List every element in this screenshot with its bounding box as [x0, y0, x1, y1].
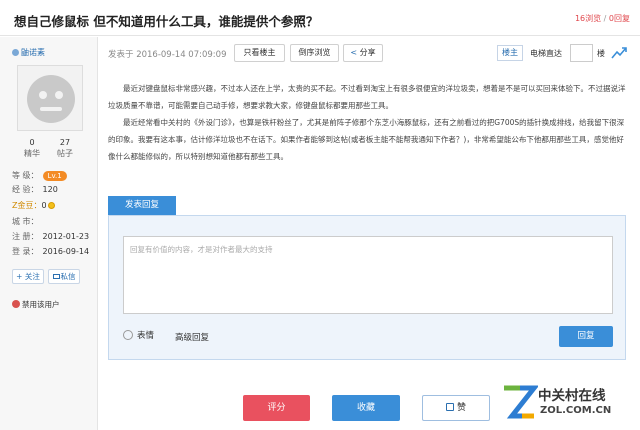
- post-meta-bar: 发表于 2016-09-14 07:09:09 只看楼主 倒序浏览 < 分享 楼…: [106, 44, 632, 66]
- default-avatar-icon: [18, 66, 82, 130]
- mail-icon: [52, 274, 60, 279]
- level-row: 等 级： Lv.1: [12, 170, 67, 181]
- floor-number-input[interactable]: [570, 44, 593, 62]
- ban-user-label: 禁用该用户: [22, 300, 60, 309]
- ban-icon: [12, 300, 20, 308]
- brand-name-cn: 中关村在线: [538, 388, 606, 404]
- brand-name-en: ZOL.COM.CN: [540, 405, 612, 416]
- zol-logo-icon: [504, 385, 538, 419]
- register-row: 注 册： 2012-01-23: [12, 231, 89, 242]
- thumbs-up-icon: [445, 403, 454, 411]
- reply-submit-button[interactable]: 回复: [559, 326, 613, 347]
- zol-watermark: 中关村在线 ZOL.COM.CN: [498, 378, 633, 426]
- register-label: 注 册：: [12, 232, 39, 241]
- share-icon: <: [350, 48, 358, 57]
- login-date: 2016-09-14: [42, 247, 90, 256]
- score-value: 120: [42, 185, 58, 194]
- post-body: 最近对键盘鼠标非常感兴趣，不过本人还在上学，太贵的买不起。不过看到淘宝上有很多很…: [108, 80, 628, 165]
- emoji-button[interactable]: 表情: [123, 329, 154, 341]
- gold-row: Z金豆：0: [12, 200, 55, 211]
- emoji-label: 表情: [137, 331, 155, 341]
- level-label: 等 级：: [12, 171, 39, 180]
- author-name: 鼬诺素: [21, 48, 45, 57]
- replies-count: 0回复: [608, 14, 630, 23]
- city-row: 城 市：: [12, 216, 43, 227]
- city-label: 城 市：: [12, 217, 39, 226]
- emoji-icon: [123, 330, 133, 340]
- op-badge: 楼主: [497, 45, 523, 61]
- share-button-label: 分享: [359, 48, 376, 57]
- ban-user-link[interactable]: 禁用该用户: [12, 299, 60, 310]
- go-arrow-icon[interactable]: [611, 46, 627, 60]
- register-date: 2012-01-23: [42, 232, 90, 241]
- user-icon: [12, 49, 19, 56]
- share-button[interactable]: < 分享: [343, 44, 383, 62]
- avatar[interactable]: [17, 65, 83, 131]
- login-row: 登 录： 2016-09-14: [12, 246, 89, 257]
- views-count: 16浏览: [574, 14, 602, 23]
- author-sidebar: 鼬诺素 0 精华 27 帖子 等 级： Lv.1 经 验： 120 Z金豆：0 城 …: [0, 37, 98, 430]
- reply-tab[interactable]: 发表回复: [108, 196, 176, 215]
- reply-textarea[interactable]: 回复有价值的内容，才是对作者最大的支持: [123, 236, 613, 314]
- floor-label: 楼: [597, 49, 605, 58]
- gold-label: Z金豆：: [12, 201, 42, 210]
- post-paragraph: 最近经常看中关村的《外设门诊》，也算是铁杆粉丝了，尤其是前阵子修那个东芝小海豚鼠…: [108, 118, 625, 161]
- level-badge: Lv.1: [42, 171, 67, 181]
- like-button-label: 赞: [456, 403, 466, 413]
- coin-icon: [47, 202, 55, 209]
- title-bar: 想自己修鼠标 但不知道用什么工具，谁能提供个参照？ 16浏览 / 0回复: [0, 0, 640, 36]
- stat-posts-label: 帖子: [57, 149, 73, 158]
- message-button[interactable]: 私信: [48, 269, 80, 284]
- stat-posts-value: 27: [59, 138, 71, 147]
- post-date: 发表于 2016-09-14 07:09:09: [108, 50, 227, 60]
- gold-value: 0: [41, 201, 47, 210]
- reply-panel: 回复有价值的内容，才是对作者最大的支持 表情 高级回复 回复: [108, 215, 626, 360]
- message-button-label: 私信: [60, 272, 76, 281]
- view-stats: 16浏览 / 0回复: [575, 13, 630, 24]
- favorite-button[interactable]: 收藏: [332, 395, 400, 421]
- post-paragraph: 最近对键盘鼠标非常感兴趣，不过本人还在上学，太贵的买不起。不过看到淘宝上有很多很…: [108, 84, 626, 110]
- elevator-label: 电梯直达: [530, 49, 562, 58]
- score-label: 经 验：: [12, 185, 39, 194]
- like-button[interactable]: 赞: [422, 395, 490, 421]
- advanced-reply-link[interactable]: 高级回复: [175, 331, 209, 343]
- score-row: 经 验： 120: [12, 184, 58, 195]
- reverse-order-button[interactable]: 倒序浏览: [290, 44, 339, 62]
- only-op-button[interactable]: 只看楼主: [234, 44, 285, 62]
- rate-button[interactable]: 评分: [243, 395, 310, 421]
- stats-separator: /: [601, 14, 609, 23]
- stat-posts[interactable]: 27 帖子: [45, 137, 85, 159]
- follow-button[interactable]: + 关注: [12, 269, 44, 284]
- page-title: 想自己修鼠标 但不知道用什么工具，谁能提供个参照？: [14, 14, 319, 29]
- login-label: 登 录：: [12, 247, 39, 256]
- author-name-link[interactable]: 鼬诺素: [12, 47, 45, 58]
